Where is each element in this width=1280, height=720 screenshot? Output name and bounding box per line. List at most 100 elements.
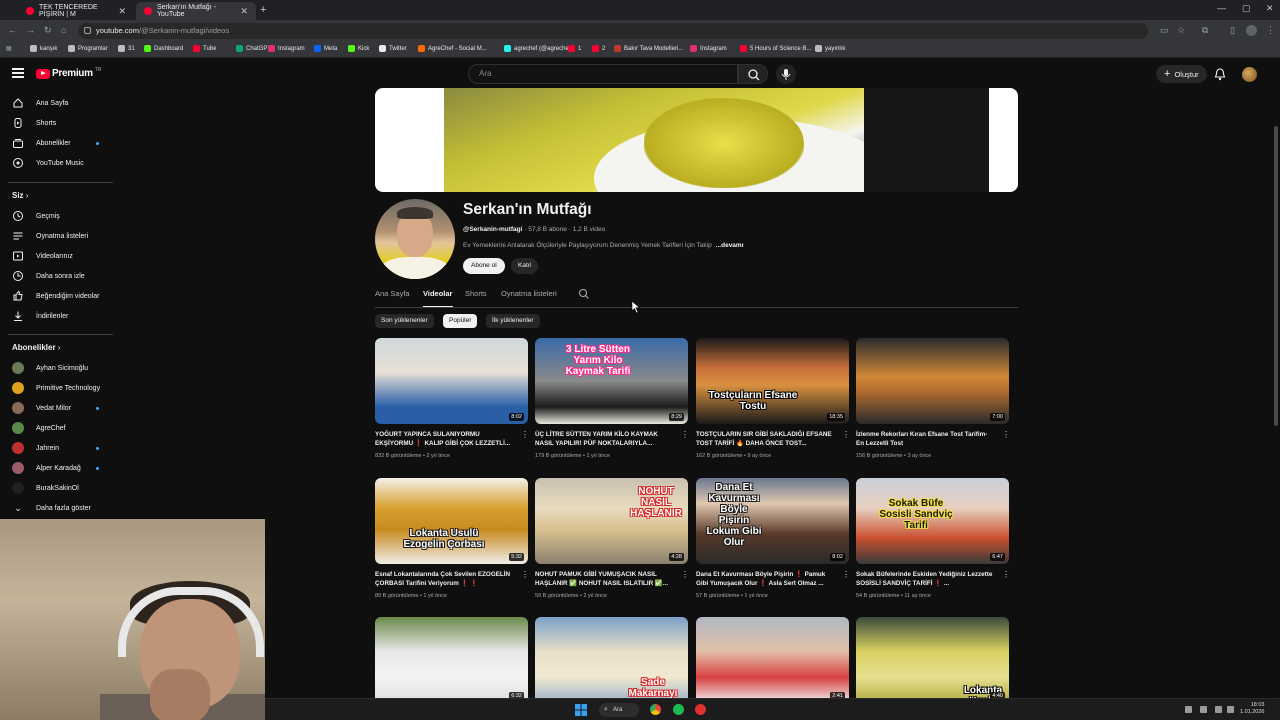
channel-description[interactable]: Ev Yemeklerini Anlatarak Ölçüleriyle Pay… [463, 242, 744, 249]
split-view-icon[interactable]: ▯ [1230, 25, 1235, 36]
bookmark-item[interactable]: Instagram [690, 45, 727, 52]
sidebar-item[interactable]: Oynatma listeleri [0, 227, 115, 245]
bookmark-item[interactable]: 1 [568, 45, 581, 52]
video-menu-icon[interactable]: ⋮ [681, 571, 689, 579]
maximize-icon[interactable]: ▢ [1242, 3, 1251, 14]
sidebar-item[interactable]: İndirilenler [0, 307, 115, 325]
page-scrollbar[interactable] [1272, 116, 1280, 698]
back-icon[interactable]: ← [8, 25, 17, 35]
bookmark-item[interactable]: Programlar [68, 45, 108, 52]
bookmark-item[interactable]: Dashboard [144, 45, 183, 52]
apps-grid-icon[interactable]: ▦ [6, 45, 12, 52]
sidebar-item[interactable]: YouTube Music [0, 154, 115, 172]
chrome-icon[interactable] [650, 704, 661, 715]
browser-tab-active[interactable]: Serkan'ın Mutfağı - YouTube ✕ [136, 2, 256, 20]
video-card[interactable]: Tostçuların Efsane Tostu 18:35 TOSTÇULARIN… [696, 338, 850, 459]
video-menu-icon[interactable]: ⋮ [842, 571, 850, 579]
close-tab-icon[interactable]: ✕ [240, 6, 248, 17]
cast-icon[interactable]: ▭ [1160, 25, 1169, 36]
video-card[interactable]: 2:41 [696, 617, 849, 698]
video-title[interactable]: YOĞURT YAPINCA SULANIYORMU EKŞİYORMU ❗ K… [375, 430, 515, 448]
subscription-item[interactable]: Alper Karadağ [0, 459, 115, 477]
bookmark-item[interactable]: 31 [118, 45, 135, 52]
subscribe-button[interactable]: Abone ol [463, 258, 505, 274]
notifications-button[interactable] [1213, 67, 1227, 81]
subscription-item[interactable]: Jahrein [0, 439, 115, 457]
bookmark-item[interactable]: 5 Hours of Science B... [740, 45, 811, 52]
video-title[interactable]: NOHUT PAMUK GİBİ YUMUŞACIK NASIL HAŞLANI… [535, 570, 675, 588]
video-card[interactable]: Lokanta Usulü Tavuk Ha...4:40 [856, 617, 1009, 698]
new-tab-icon[interactable]: + [260, 4, 270, 16]
video-thumbnail[interactable]: 6:32 [375, 617, 528, 698]
video-title[interactable]: Esnaf Lokantalarında Çok Sevilen EZOGELİ… [375, 570, 515, 588]
tab-shorts[interactable]: Shorts [465, 289, 487, 298]
bookmark-item[interactable]: Bakır Tava Modelleri... [614, 45, 683, 52]
forward-icon[interactable]: → [26, 25, 35, 35]
youtube-premium-logo[interactable]: Premium TR [36, 67, 101, 79]
video-menu-icon[interactable]: ⋮ [681, 431, 689, 439]
video-thumbnail[interactable]: 3 Litre Sütten Yarım Kilo Kaymak Tarifi 8… [535, 338, 688, 424]
bookmark-item[interactable]: Twitter [379, 45, 407, 52]
video-card[interactable]: 8:02 YOĞURT YAPINCA SULANIYORMU EKŞİYORMU… [375, 338, 529, 459]
volume-icon[interactable] [1227, 706, 1234, 713]
microphone-tray-icon[interactable] [1200, 706, 1207, 713]
chip-popular[interactable]: Popüler [443, 314, 478, 328]
video-card[interactable]: Sokak Büfe Sosisli Sandviç Tarifi 6:47 Sok… [856, 478, 1010, 599]
site-info-icon[interactable] [84, 27, 91, 34]
bookmark-item[interactable]: kanşık [30, 45, 57, 52]
bookmark-item[interactable]: Tube [193, 45, 216, 52]
sidebar-item[interactable]: Shorts [0, 114, 115, 132]
video-title[interactable]: İzlenme Rekorları Kıran Efsane Tost Tari… [856, 430, 996, 448]
video-thumbnail[interactable]: Tostçuların Efsane Tostu 18:35 [696, 338, 849, 424]
bookmark-item[interactable]: 2 [592, 45, 605, 52]
video-thumbnail[interactable]: Dana Et Kavurması Böyle Pişirin Lokum Gi… [696, 478, 849, 564]
channel-search-button[interactable] [578, 288, 590, 300]
bookmark-item[interactable]: Kick [348, 45, 369, 52]
create-button[interactable]: + Oluştur [1156, 65, 1207, 83]
you-heading[interactable]: Siz › [12, 191, 28, 200]
extensions-icon[interactable]: ⧉ [1202, 25, 1208, 36]
video-card[interactable]: Dana Et Kavurması Böyle Pişirin Lokum Gi… [696, 478, 850, 599]
subscriptions-heading[interactable]: Abonelikler › [12, 343, 60, 352]
video-title[interactable]: TOSTÇULARIN SIR GİBİ SAKLADIĞI EFSANE TO… [696, 430, 836, 448]
subscription-item[interactable]: BurakSakinOl [0, 479, 115, 497]
chip-oldest[interactable]: İlk yüklenenler [486, 314, 540, 328]
taskbar-search[interactable]: ⌕ Ara [599, 703, 639, 717]
video-menu-icon[interactable]: ⋮ [521, 431, 529, 439]
bookmark-item[interactable]: yayınlık [815, 45, 845, 52]
reload-icon[interactable]: ↻ [44, 25, 52, 36]
kebab-menu-icon[interactable]: ⋮ [1266, 25, 1275, 36]
hamburger-menu-icon[interactable] [12, 68, 24, 78]
close-window-icon[interactable]: ✕ [1266, 3, 1274, 14]
app-icon[interactable] [695, 704, 706, 715]
system-clock[interactable]: 18:03 1.01.2026 [1240, 702, 1264, 716]
video-title[interactable]: Dana Et Kavurması Böyle Pişirin ❗ Pamuk … [696, 570, 836, 588]
sidebar-item[interactable]: Geçmiş [0, 207, 115, 225]
video-card[interactable]: NOHUT NASIL HAŞLANIR 4:28 NOHUT PAMUK GİBİ… [535, 478, 689, 599]
video-thumbnail[interactable]: Lokanta Usulü Ezogelin Çorbası 5:32 [375, 478, 528, 564]
search-button[interactable] [738, 64, 768, 84]
subscription-item[interactable]: Primitive Technology [0, 379, 115, 397]
video-card[interactable]: 7:00 İzlenme Rekorları Kıran Efsane Tost … [856, 338, 1010, 459]
video-thumbnail[interactable]: 2:41 [696, 617, 849, 698]
tray-chevron-icon[interactable] [1185, 706, 1192, 713]
join-button[interactable]: Katıl [511, 258, 539, 274]
account-avatar[interactable] [1242, 67, 1257, 82]
video-menu-icon[interactable]: ⋮ [842, 431, 850, 439]
spotify-icon[interactable] [673, 704, 684, 715]
video-menu-icon[interactable]: ⋮ [1002, 431, 1010, 439]
minimize-icon[interactable]: — [1217, 3, 1226, 13]
video-thumbnail[interactable]: NOHUT NASIL HAŞLANIR 4:28 [535, 478, 688, 564]
bookmark-item[interactable]: agrechef (@agreche... [504, 45, 574, 52]
tab-home[interactable]: Ana Sayfa [375, 289, 410, 298]
video-title[interactable]: Sokak Büfelerinde Eskiden Yediğiniz Lezz… [856, 570, 996, 588]
show-more-button[interactable]: ⌄ Daha fazla göster [0, 499, 115, 517]
subscription-item[interactable]: Vedat Milor [0, 399, 115, 417]
more-link[interactable]: ...devamı [716, 242, 744, 249]
sidebar-item[interactable]: Daha sonra izle [0, 267, 115, 285]
subscription-item[interactable]: Ayhan Sicimoğlu [0, 359, 115, 377]
url-field[interactable]: youtube.com/@Serkanin-mutfagi/videos [78, 23, 1148, 39]
video-thumbnail[interactable]: Lokanta Usulü Tavuk Ha...4:40 [856, 617, 1009, 698]
tab-playlists[interactable]: Oynatma listeleri [501, 289, 557, 298]
video-thumbnail[interactable]: Sokak Büfe Sosisli Sandviç Tarifi 6:47 [856, 478, 1009, 564]
